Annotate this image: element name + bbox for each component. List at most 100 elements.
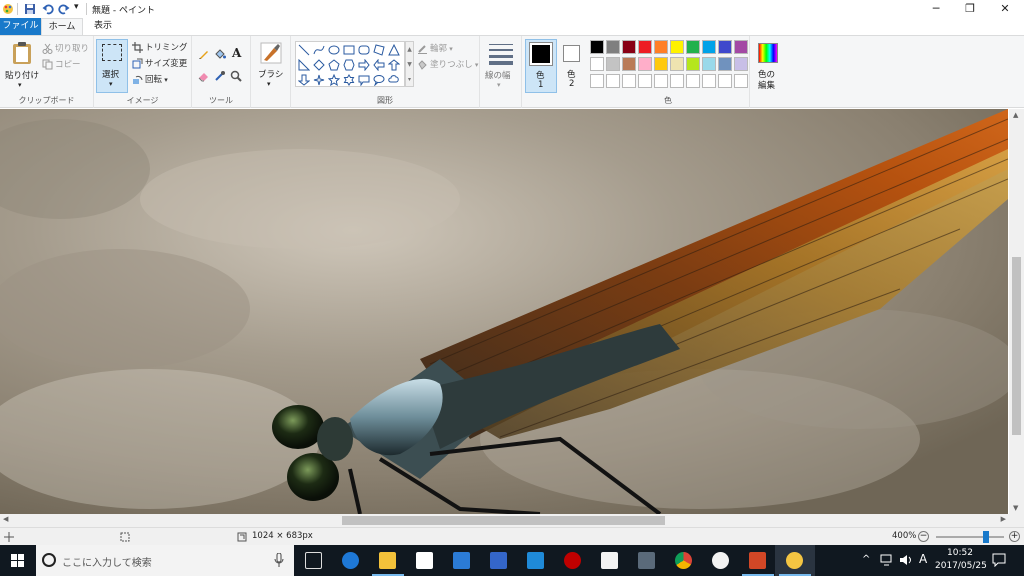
network-icon[interactable] [880,554,894,566]
palette-swatch[interactable] [702,74,716,88]
diamond-shape-icon[interactable] [313,59,325,71]
paste-button[interactable]: 貼り付け ▾ [3,39,39,93]
resize-button[interactable]: サイズ変更 [132,57,187,69]
palette-swatch[interactable] [686,74,700,88]
color2-button[interactable]: 色 2 [559,39,585,93]
palette-swatch[interactable] [734,40,748,54]
volume-icon[interactable] [899,554,913,566]
taskbar-amazon[interactable] [590,545,630,576]
taskbar-itunes[interactable] [701,545,741,576]
brushes-button[interactable]: ブラシ ▾ [255,40,287,94]
polygon-shape-icon[interactable] [373,44,385,56]
microphone-icon[interactable] [274,553,284,568]
zoom-slider[interactable] [936,531,1004,543]
palette-swatch[interactable] [622,57,636,71]
ime-indicator[interactable]: A [919,552,927,566]
vertical-scrollbar[interactable]: ▲ ▼ [1009,109,1024,514]
taskbar-mail[interactable] [442,545,482,576]
palette-swatch[interactable] [622,40,636,54]
palette-swatch[interactable] [734,74,748,88]
taskbar-chrome[interactable] [664,545,704,576]
outline-button[interactable]: 輪郭 ▾ [417,42,453,54]
right-triangle-shape-icon[interactable] [298,59,310,71]
tab-home[interactable]: ホーム [41,18,83,36]
task-view-button[interactable] [294,545,334,576]
color1-button[interactable]: 色 1 [525,39,557,93]
shapes-gallery[interactable] [295,41,405,87]
right-arrow-shape-icon[interactable] [358,59,370,71]
taskbar-edge[interactable] [331,545,371,576]
curve-shape-icon[interactable] [313,44,325,56]
eraser-icon[interactable] [198,70,210,82]
five-point-star-shape-icon[interactable] [328,74,340,86]
taskbar-rakuten[interactable] [553,545,593,576]
horizontal-scroll-thumb[interactable] [342,516,665,525]
palette-swatch[interactable] [702,40,716,54]
palette-swatch[interactable] [638,40,652,54]
action-center-icon[interactable] [992,553,1006,567]
horizontal-scrollbar[interactable]: ◀ ▶ [0,514,1009,527]
text-tool-icon[interactable]: A [232,46,241,60]
palette-swatch[interactable] [686,40,700,54]
cut-button[interactable]: 切り取り [42,42,89,54]
palette-swatch[interactable] [670,74,684,88]
palette-swatch[interactable] [590,40,604,54]
taskbar-photos[interactable] [516,545,556,576]
vertical-scroll-thumb[interactable] [1012,257,1021,435]
tab-file[interactable]: ファイル [0,18,41,35]
six-point-star-shape-icon[interactable] [343,74,355,86]
left-arrow-shape-icon[interactable] [373,59,385,71]
paint-app-icon[interactable] [2,3,14,15]
clock-time[interactable]: 10:52 [947,548,973,558]
palette-swatch[interactable] [590,74,604,88]
tab-view[interactable]: 表示 [85,18,121,35]
fill-button[interactable]: 塗りつぶし ▾ [417,58,478,70]
palette-swatch[interactable] [606,74,620,88]
hexagon-shape-icon[interactable] [343,59,355,71]
oval-callout-shape-icon[interactable] [373,74,385,86]
scroll-down-icon[interactable]: ▼ [1013,504,1018,512]
taskbar-app-grid[interactable] [479,545,519,576]
zoom-in-button[interactable]: + [1009,531,1020,542]
clock-date[interactable]: 2017/05/25 [935,561,987,571]
palette-swatch[interactable] [590,57,604,71]
taskbar-calculator[interactable] [627,545,667,576]
rect-callout-shape-icon[interactable] [358,74,370,86]
zoom-slider-thumb[interactable] [983,531,989,543]
crop-button[interactable]: トリミング [132,41,188,53]
scroll-up-icon[interactable]: ▲ [1013,111,1018,119]
redo-icon[interactable] [58,3,70,15]
tray-chevron-icon[interactable]: ^ [862,554,870,565]
palette-swatch[interactable] [718,40,732,54]
cloud-callout-shape-icon[interactable] [388,74,400,86]
edit-colors-button[interactable]: 色の 編集 [753,40,783,94]
palette-swatch[interactable] [638,57,652,71]
taskbar-search-box[interactable]: ここに入力して検索 [36,545,294,576]
save-icon[interactable] [24,3,36,15]
quick-access-dropdown[interactable]: ▾ [74,2,79,12]
palette-swatch[interactable] [638,74,652,88]
rectangle-shape-icon[interactable] [343,44,355,56]
palette-swatch[interactable] [654,40,668,54]
scroll-right-icon[interactable]: ▶ [1001,515,1006,523]
select-button[interactable]: 選択 ▾ [96,39,128,93]
palette-swatch[interactable] [718,57,732,71]
triangle-shape-icon[interactable] [388,44,400,56]
down-arrow-shape-icon[interactable] [298,74,310,86]
palette-swatch[interactable] [718,74,732,88]
fill-bucket-icon[interactable] [214,48,226,60]
palette-swatch[interactable] [606,40,620,54]
shapes-gallery-scroll[interactable]: ▲ ▼ ▾ [405,41,414,87]
rotate-button[interactable]: 回転 ▾ [132,73,168,85]
size-button[interactable]: 線の幅 ▾ [484,41,518,95]
four-point-star-shape-icon[interactable] [313,74,325,86]
palette-swatch[interactable] [686,57,700,71]
taskbar-store[interactable] [405,545,445,576]
oval-shape-icon[interactable] [328,44,340,56]
start-button[interactable] [0,545,36,576]
palette-swatch[interactable] [670,40,684,54]
palette-swatch[interactable] [654,74,668,88]
up-arrow-shape-icon[interactable] [388,59,400,71]
pentagon-shape-icon[interactable] [328,59,340,71]
color-picker-icon[interactable] [214,70,226,82]
